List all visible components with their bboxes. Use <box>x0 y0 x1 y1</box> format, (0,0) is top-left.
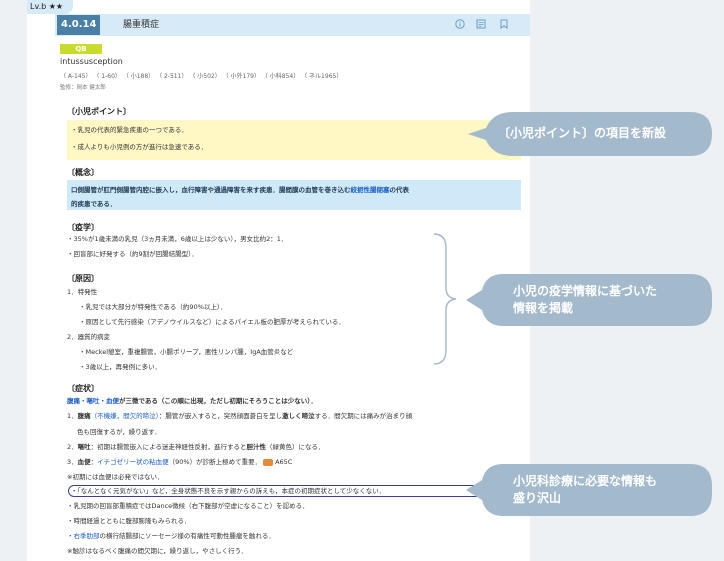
callout-2-line-1: 小児の疫学情報に基づいた <box>513 284 658 298</box>
callout-3-line-1: 小児科診療に必要な情報も <box>513 474 658 488</box>
callout-bubble-2 <box>466 274 712 326</box>
callout-3-line-2: 盛り沢山 <box>513 491 562 505</box>
callout-bubble-3 <box>466 464 712 516</box>
callout-2-line-2: 情報を掲載 <box>513 301 574 315</box>
callout-1-text: 〔小児ポイント〕の項目を新設 <box>498 126 667 140</box>
